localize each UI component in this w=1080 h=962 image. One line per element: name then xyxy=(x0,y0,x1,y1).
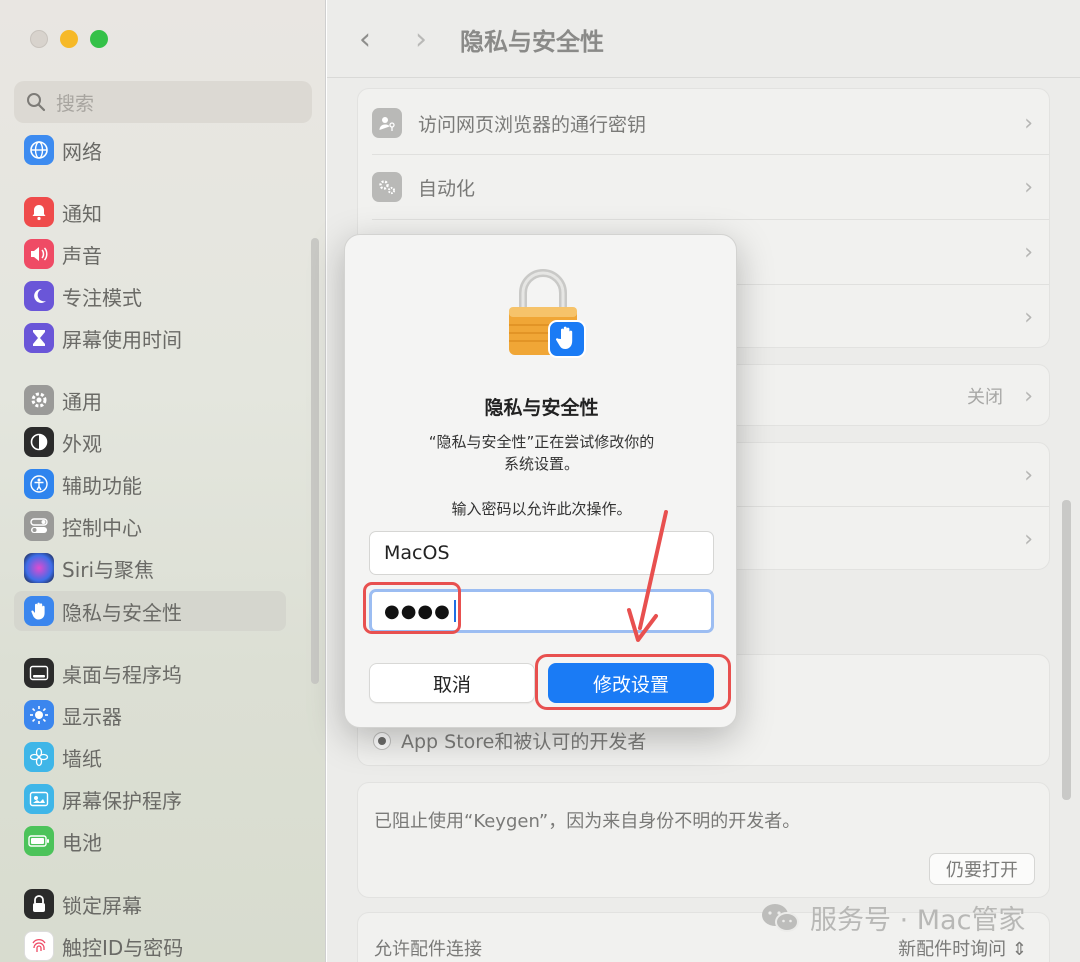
dialog-message: “隐私与安全性”正在尝试修改你的 系统设置。 xyxy=(428,433,655,473)
sidebar-item-appearance[interactable]: 外观 xyxy=(14,422,286,462)
traffic-lights xyxy=(30,30,108,48)
dialog-prompt: 输入密码以允许此次操作。 xyxy=(451,500,632,518)
sidebar-item-network[interactable]: 网络 xyxy=(14,130,286,170)
sidebar-item-battery[interactable]: 电池 xyxy=(14,821,286,861)
hourglass-icon xyxy=(24,323,54,353)
appearance-icon xyxy=(24,427,54,457)
flower-icon xyxy=(24,742,54,772)
minimize-window-button[interactable] xyxy=(60,30,78,48)
chevron-right-icon: › xyxy=(1024,462,1033,488)
watermark: 服务号 · Mac管家 xyxy=(760,898,1025,937)
open-anyway-button[interactable]: 仍要打开 xyxy=(929,853,1035,885)
zoom-window-button[interactable] xyxy=(90,30,108,48)
settings-window: 搜索 网络 通知 声音 专注模式 屏幕使用时间 通用 外观 辅助功能 控制中心 … xyxy=(0,0,1080,962)
sidebar-item-control-center[interactable]: 控制中心 xyxy=(14,506,286,546)
accessibility-icon xyxy=(24,469,54,499)
hand-icon xyxy=(24,596,54,626)
password-highlight-annotation xyxy=(363,582,461,634)
radio-button[interactable] xyxy=(373,731,391,750)
username-field[interactable]: MacOS xyxy=(369,531,714,575)
moon-icon xyxy=(24,281,54,311)
bell-icon xyxy=(24,197,54,227)
sidebar-item-privacy-security[interactable]: 隐私与安全性 xyxy=(14,591,286,631)
dialog-title: 隐私与安全性 xyxy=(484,397,599,419)
sidebar-item-screensaver[interactable]: 屏幕保护程序 xyxy=(14,779,286,819)
accessory-label: 允许配件连接 xyxy=(374,939,482,960)
cancel-button[interactable]: 取消 xyxy=(369,663,535,703)
search-placeholder: 搜索 xyxy=(56,92,95,115)
lock-screen-icon xyxy=(24,889,54,919)
confirm-highlight-annotation xyxy=(535,654,731,710)
chevron-right-icon: › xyxy=(1024,526,1033,552)
sidebar-item-sound[interactable]: 声音 xyxy=(14,234,286,274)
globe-icon xyxy=(24,135,54,165)
sidebar-item-wallpaper[interactable]: 墙纸 xyxy=(14,737,286,777)
sidebar-item-general[interactable]: 通用 xyxy=(14,380,286,420)
sidebar-item-siri[interactable]: Siri与聚焦 xyxy=(14,548,286,588)
sidebar-item-lock-screen[interactable]: 锁定屏幕 xyxy=(14,884,286,924)
chevron-right-icon: › xyxy=(1024,383,1033,409)
row-browser-passkeys[interactable]: 访问网页浏览器的通行密钥 › xyxy=(358,91,1051,155)
sidebar-scrollbar[interactable] xyxy=(311,238,319,684)
back-chevron-icon[interactable]: ‹ xyxy=(359,22,371,57)
speaker-icon xyxy=(24,239,54,269)
screensaver-icon xyxy=(24,784,54,814)
row-automation[interactable]: 自动化 › xyxy=(358,155,1051,219)
main-scrollbar[interactable] xyxy=(1062,500,1071,800)
accessory-popup[interactable]: 新配件时询问 ⇕ xyxy=(898,935,1027,961)
lock-icon xyxy=(509,269,586,358)
sidebar-item-accessibility[interactable]: 辅助功能 xyxy=(14,464,286,504)
sidebar-item-displays[interactable]: 显示器 xyxy=(14,695,286,735)
sidebar-item-screen-time[interactable]: 屏幕使用时间 xyxy=(14,318,286,358)
blocked-app-card: 已阻止使用“Keygen”，因为来自身份不明的开发者。 仍要打开 xyxy=(357,782,1050,898)
chevron-right-icon: › xyxy=(1024,239,1033,265)
chevron-right-icon: › xyxy=(1024,304,1033,330)
search-icon xyxy=(27,93,46,112)
fingerprint-icon xyxy=(24,931,54,961)
sidebar-item-desktop-dock[interactable]: 桌面与程序坞 xyxy=(14,653,286,693)
updown-chevron-icon: ⇕ xyxy=(1011,939,1027,960)
gear-icon xyxy=(24,385,54,415)
dock-icon xyxy=(24,658,54,688)
radio-app-store-identified[interactable]: App Store和被认可的开发者 xyxy=(373,727,646,754)
sidebar-item-notifications[interactable]: 通知 xyxy=(14,192,286,232)
sidebar-item-touch-id[interactable]: 触控ID与密码 xyxy=(14,926,286,962)
battery-icon xyxy=(24,826,54,856)
chevron-right-icon: › xyxy=(1024,110,1033,136)
search-input[interactable]: 搜索 xyxy=(14,81,312,123)
person-key-icon xyxy=(372,108,402,138)
blocked-message: 已阻止使用“Keygen”，因为来自身份不明的开发者。 xyxy=(374,811,801,832)
forward-chevron-icon[interactable]: › xyxy=(415,22,427,57)
gears-icon xyxy=(372,172,402,202)
auth-dialog: 隐私与安全性 “隐私与安全性”正在尝试修改你的 系统设置。 输入密码以允许此次操… xyxy=(344,234,737,728)
row-value: 关闭 xyxy=(967,387,1003,408)
toolbar: ‹ › 隐私与安全性 xyxy=(327,0,1080,78)
sun-icon xyxy=(24,700,54,730)
chevron-right-icon: › xyxy=(1024,174,1033,200)
siri-icon xyxy=(24,553,54,583)
close-window-button[interactable] xyxy=(30,30,48,48)
page-title: 隐私与安全性 xyxy=(460,28,604,56)
sidebar: 搜索 网络 通知 声音 专注模式 屏幕使用时间 通用 外观 辅助功能 控制中心 … xyxy=(0,0,326,962)
wechat-icon xyxy=(762,903,799,932)
control-center-icon xyxy=(24,511,54,541)
sidebar-item-focus[interactable]: 专注模式 xyxy=(14,276,286,316)
